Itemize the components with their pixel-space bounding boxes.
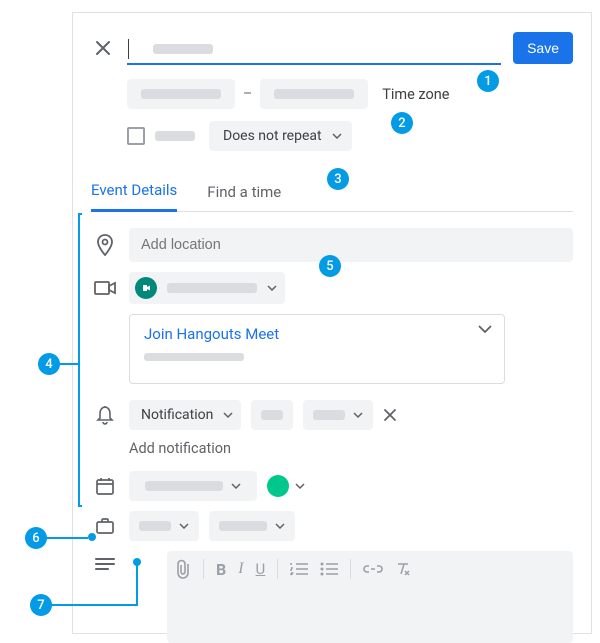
- bulleted-list-icon[interactable]: [320, 562, 338, 576]
- repeat-row: Does not repeat: [127, 121, 573, 151]
- description-editor[interactable]: B I U: [167, 551, 573, 643]
- color-dropdown[interactable]: [267, 475, 305, 497]
- details-content: Join Hangouts Meet Notification Add noti…: [91, 228, 573, 643]
- conferencing-dropdown[interactable]: [129, 272, 285, 304]
- time-row: – Time zone: [127, 79, 573, 109]
- callout-1: 1: [477, 70, 499, 92]
- link-icon[interactable]: [363, 564, 383, 574]
- bell-icon: [91, 405, 119, 425]
- visibility-dropdown[interactable]: [209, 511, 295, 541]
- chevron-down-icon: [353, 412, 363, 418]
- availability-dropdown[interactable]: [129, 511, 199, 541]
- time-dash: –: [243, 86, 252, 102]
- timezone-link[interactable]: Time zone: [382, 86, 449, 103]
- location-icon: [91, 234, 119, 256]
- calendar-row: [91, 471, 573, 501]
- color-swatch: [267, 475, 289, 497]
- chevron-down-icon: [332, 133, 342, 139]
- meet-join-card[interactable]: Join Hangouts Meet: [129, 314, 505, 384]
- expand-icon[interactable]: [478, 325, 492, 333]
- underline-icon[interactable]: U: [256, 560, 266, 578]
- all-day-checkbox[interactable]: [127, 127, 145, 145]
- chevron-down-icon: [295, 483, 305, 489]
- callout-5: 5: [319, 255, 341, 277]
- header-row: Save: [91, 31, 573, 65]
- callout-7: 7: [30, 594, 52, 616]
- start-time-field[interactable]: [127, 79, 235, 109]
- chevron-down-icon: [223, 412, 233, 418]
- notification-type-label: Notification: [141, 407, 213, 423]
- chevron-down-icon: [179, 523, 189, 529]
- chevron-down-icon: [267, 285, 277, 291]
- visibility-row: [91, 511, 573, 541]
- notification-value-input[interactable]: [251, 400, 293, 430]
- description-icon: [91, 557, 119, 571]
- chevron-down-icon: [231, 483, 241, 489]
- attachment-icon[interactable]: [177, 559, 191, 579]
- clear-formatting-icon[interactable]: [395, 561, 411, 577]
- add-notification-link[interactable]: Add notification: [129, 440, 573, 457]
- tab-event-details[interactable]: Event Details: [91, 173, 177, 212]
- calendar-icon: [91, 476, 119, 496]
- callout-4: 4: [38, 353, 60, 375]
- callout-3: 3: [327, 168, 349, 190]
- event-title-input[interactable]: [127, 31, 501, 65]
- briefcase-icon: [91, 517, 119, 535]
- description-row: B I U: [91, 551, 573, 643]
- calendar-dropdown[interactable]: [129, 471, 257, 501]
- notification-unit-dropdown[interactable]: [303, 400, 373, 430]
- chevron-down-icon: [275, 523, 285, 529]
- numbered-list-icon[interactable]: [290, 562, 308, 576]
- video-icon: [91, 281, 119, 295]
- callout-2: 2: [391, 112, 413, 134]
- remove-notification-icon[interactable]: [383, 408, 405, 422]
- notification-row: Notification: [91, 400, 573, 430]
- save-button[interactable]: Save: [513, 32, 573, 64]
- notification-type-dropdown[interactable]: Notification: [129, 400, 241, 430]
- hangouts-meet-icon: [135, 277, 157, 299]
- recurrence-label: Does not repeat: [223, 128, 322, 144]
- location-input[interactable]: [129, 228, 573, 262]
- recurrence-dropdown[interactable]: Does not repeat: [209, 121, 352, 151]
- formatting-toolbar: B I U: [177, 559, 563, 579]
- event-editor-panel: Save – Time zone Does not repeat Event D…: [72, 12, 592, 634]
- italic-icon[interactable]: I: [238, 560, 243, 578]
- callout-6: 6: [25, 527, 47, 549]
- tab-find-a-time[interactable]: Find a time: [207, 175, 281, 211]
- meet-join-link[interactable]: Join Hangouts Meet: [144, 325, 279, 343]
- end-time-field[interactable]: [260, 79, 368, 109]
- close-icon[interactable]: [91, 36, 115, 60]
- bold-icon[interactable]: B: [216, 560, 226, 579]
